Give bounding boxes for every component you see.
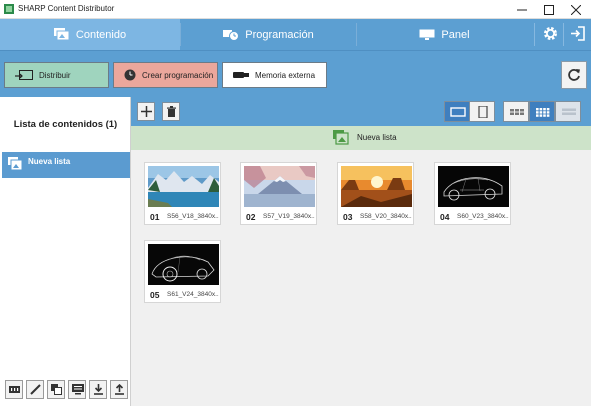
landscape-icon xyxy=(450,107,466,117)
maximize-button[interactable] xyxy=(537,0,561,19)
grid-small-button[interactable] xyxy=(503,101,529,122)
create-schedule-button[interactable]: Crear programación xyxy=(113,62,218,88)
list-display-button[interactable] xyxy=(68,380,86,399)
item-number: 04 xyxy=(440,212,450,222)
item-filename: S58_V20_3840x... xyxy=(360,213,412,220)
content-thumbnail xyxy=(244,166,315,207)
settings-button[interactable] xyxy=(537,19,563,50)
trash-icon xyxy=(167,106,176,117)
tab-schedule[interactable]: Programación xyxy=(181,19,356,50)
item-number: 01 xyxy=(150,212,160,222)
create-schedule-label: Crear programación xyxy=(142,70,214,80)
distribute-label: Distribuir xyxy=(39,70,71,80)
add-content-button[interactable] xyxy=(137,102,155,121)
portrait-icon xyxy=(478,106,488,118)
grid-small-icon xyxy=(510,109,524,115)
close-button[interactable] xyxy=(564,0,588,19)
gear-icon xyxy=(544,27,557,40)
external-memory-label: Memoria externa xyxy=(255,70,316,80)
content-item[interactable]: 02 S57_V19_3840x... xyxy=(240,162,317,225)
playlist-icon xyxy=(333,130,349,145)
content-list-heading: Lista de contenidos (1) xyxy=(13,119,118,130)
tab-label: Contenido xyxy=(75,28,127,41)
distribute-icon xyxy=(15,69,33,80)
upload-icon xyxy=(115,384,124,395)
usb-drive-icon xyxy=(233,72,249,78)
copy-icon xyxy=(51,384,62,395)
nav-divider xyxy=(534,23,535,46)
list-display-icon xyxy=(72,384,84,395)
delete-content-button[interactable] xyxy=(162,102,180,121)
content-item[interactable]: 03 S58_V20_3840x... xyxy=(337,162,414,225)
tab-content[interactable]: Contenido xyxy=(0,19,180,50)
logout-icon xyxy=(571,26,585,41)
item-number: 02 xyxy=(246,212,256,222)
content-area: Nueva lista 01 S56_V18_3840x... 02 S57_V… xyxy=(131,97,591,406)
download-icon xyxy=(94,384,103,395)
import-button[interactable] xyxy=(89,380,107,399)
portrait-view-button[interactable] xyxy=(469,101,495,122)
list-name: Nueva lista xyxy=(357,133,397,142)
item-number: 03 xyxy=(343,212,353,222)
pencil-icon xyxy=(30,384,41,395)
main-nav: Contenido Programación Panel xyxy=(0,19,591,50)
list-name-banner: Nueva lista xyxy=(131,126,591,150)
content-list-sidebar: Lista de contenidos (1) Nueva lista xyxy=(0,97,131,406)
item-filename: S56_V18_3840x... xyxy=(167,213,219,220)
refresh-button[interactable] xyxy=(561,61,587,89)
tab-panel[interactable]: Panel xyxy=(357,19,532,50)
export-button[interactable] xyxy=(110,380,128,399)
new-badge-icon xyxy=(9,386,20,393)
copy-list-button[interactable] xyxy=(47,380,65,399)
new-list-button[interactable] xyxy=(5,380,23,399)
item-number: 05 xyxy=(150,290,160,300)
list-view-button[interactable] xyxy=(555,101,581,122)
minimize-button[interactable] xyxy=(510,0,534,19)
content-item[interactable]: 01 S56_V18_3840x... xyxy=(144,162,221,225)
content-icon xyxy=(53,28,70,41)
grid-medium-button[interactable] xyxy=(529,101,555,122)
content-thumbnail xyxy=(148,244,219,285)
item-filename: S57_V19_3840x... xyxy=(263,213,315,220)
tab-label: Programación xyxy=(245,28,314,41)
app-logo-icon xyxy=(4,4,14,14)
title-bar: SHARP Content Distributor xyxy=(0,0,591,19)
logout-button[interactable] xyxy=(564,19,590,50)
maximize-icon xyxy=(544,5,554,15)
content-item[interactable]: 04 S60_V23_3840x... xyxy=(434,162,511,225)
display-panel-icon xyxy=(419,29,435,40)
content-toolbar xyxy=(131,97,591,126)
list-item-label: Nueva lista xyxy=(28,157,71,166)
schedule-icon xyxy=(223,30,240,41)
item-filename: S60_V23_3840x... xyxy=(457,213,509,220)
content-thumbnail xyxy=(438,166,509,207)
list-view-icon xyxy=(562,108,576,115)
list-tools xyxy=(0,373,131,406)
clock-icon xyxy=(124,69,136,81)
content-thumbnail xyxy=(341,166,412,207)
plus-icon xyxy=(141,106,152,117)
content-item[interactable]: 05 S61_V24_3840x... xyxy=(144,240,221,303)
playlist-icon xyxy=(8,157,23,171)
window-title: SHARP Content Distributor xyxy=(18,4,115,13)
close-icon xyxy=(571,5,581,15)
refresh-icon xyxy=(568,69,580,81)
distribute-button[interactable]: Distribuir xyxy=(4,62,109,88)
grid-medium-icon xyxy=(536,108,550,117)
item-filename: S61_V24_3840x... xyxy=(167,291,219,298)
rename-list-button[interactable] xyxy=(26,380,44,399)
external-memory-button[interactable]: Memoria externa xyxy=(222,62,327,88)
action-bar: Distribuir Crear programación Memoria ex… xyxy=(0,50,591,97)
tab-label: Panel xyxy=(441,28,470,41)
list-item[interactable]: Nueva lista xyxy=(2,152,130,178)
landscape-view-button[interactable] xyxy=(444,101,470,122)
minimize-icon xyxy=(517,9,527,11)
content-thumbnail xyxy=(148,166,219,207)
